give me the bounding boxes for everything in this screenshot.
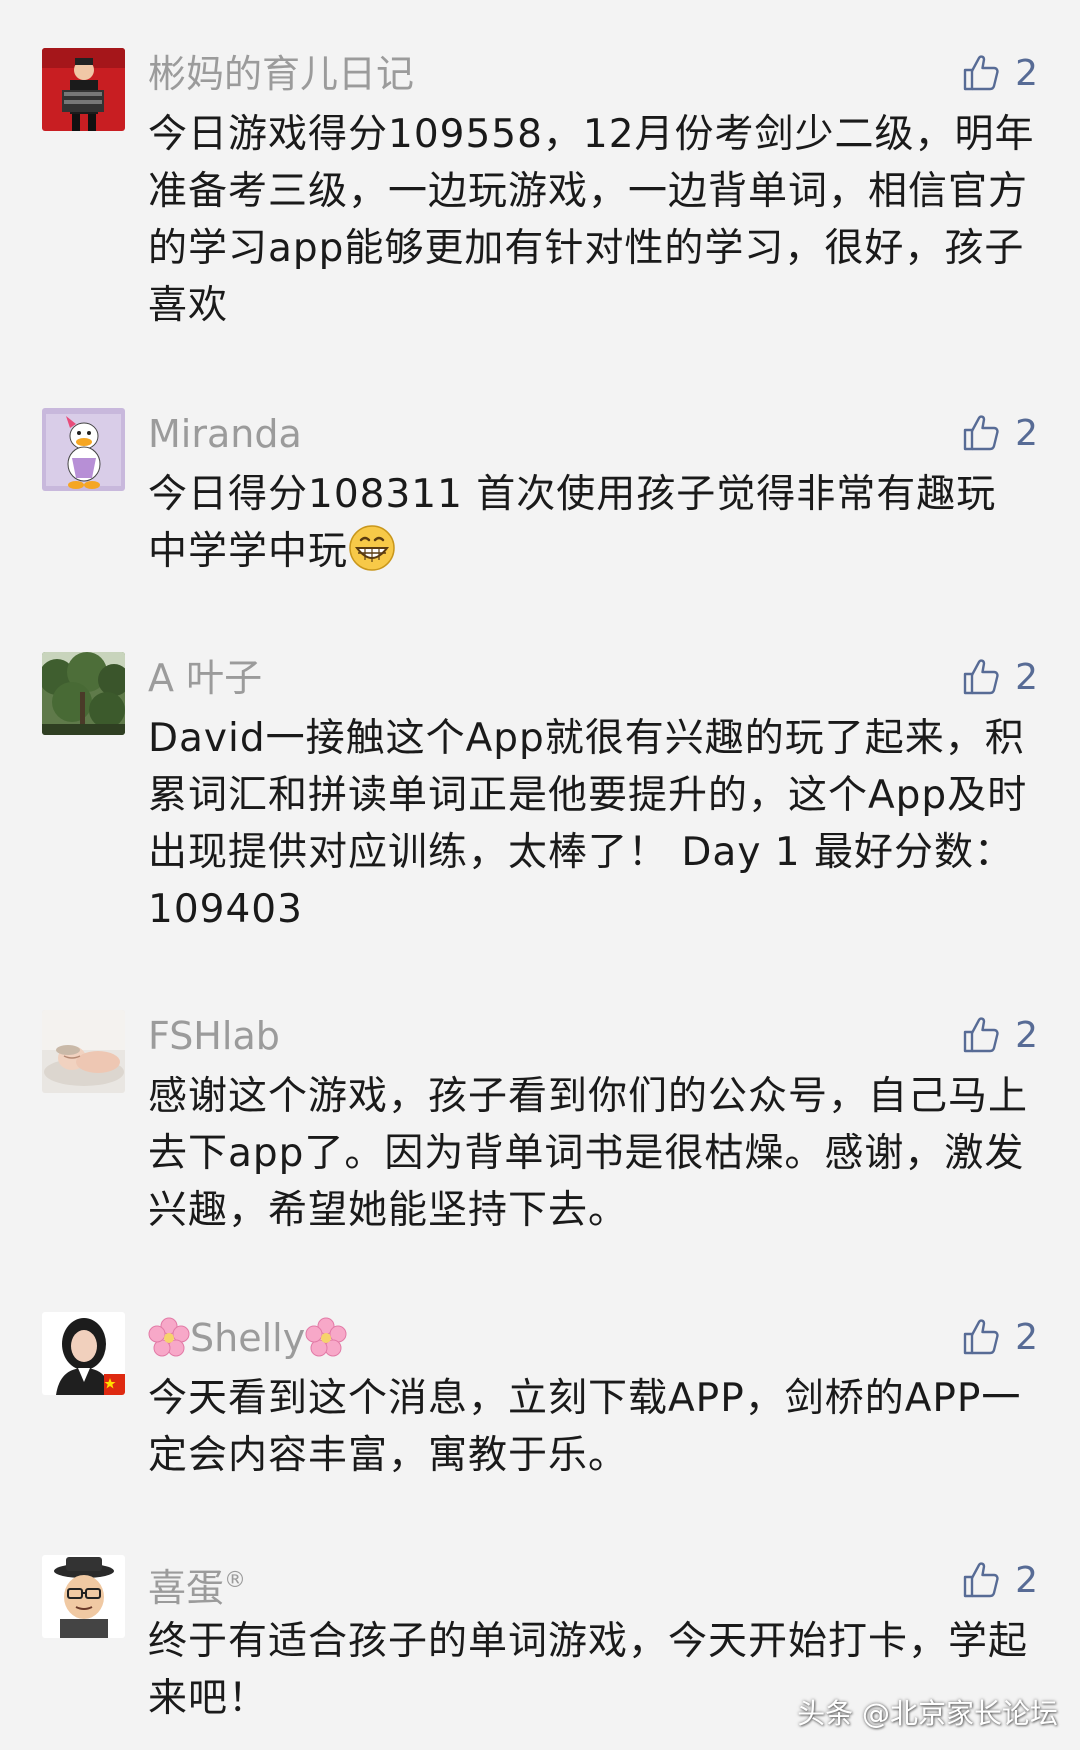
like-count: 2 xyxy=(1015,1014,1038,1056)
user-avatar-boy-accordion xyxy=(42,48,125,131)
cherry-blossom-icon xyxy=(305,1317,347,1357)
like-count: 2 xyxy=(1015,1316,1038,1358)
user-avatar-3d-man-hat xyxy=(42,1555,125,1638)
thumbs-up-icon xyxy=(963,659,999,695)
thumbs-up-icon xyxy=(963,1319,999,1355)
commenter-name-text: 喜蛋 xyxy=(148,1566,225,1610)
comment-text: 今天看到这个消息，立刻下载APP，剑桥的APP一定会内容丰富，寓教于乐。 xyxy=(148,1376,1022,1478)
commenter-name[interactable]: 彬妈的育儿日记 xyxy=(148,52,414,96)
commenter-name-text: Shelly xyxy=(190,1316,306,1360)
like-count: 2 xyxy=(1015,52,1038,94)
commenter-name[interactable]: Shelly xyxy=(148,1316,347,1360)
commenter-name[interactable]: 喜蛋® xyxy=(148,1559,246,1610)
user-avatar-cartoon-duck xyxy=(42,408,125,491)
comment-text-content: 今日得分108311 首次使用孩子觉得非常有趣玩中学学中玩 xyxy=(148,472,997,574)
avatar[interactable] xyxy=(42,48,125,131)
comment-text: 今日得分108311 首次使用孩子觉得非常有趣玩中学学中玩 xyxy=(148,466,1036,580)
like-count: 2 xyxy=(1015,656,1038,698)
comment-text: 感谢这个游戏，孩子看到你们的公众号，自己马上去下app了。因为背单词书是很枯燥。… xyxy=(148,1074,1029,1233)
like-button[interactable]: 2 xyxy=(961,652,1038,702)
comment-text: 今日游戏得分109558，12月份考剑少二级，明年准备考三级，一边玩游戏，一边背… xyxy=(148,112,1035,328)
thumbs-up-icon xyxy=(963,1017,999,1053)
like-button[interactable]: 2 xyxy=(961,48,1038,98)
thumbs-up-icon xyxy=(963,1562,999,1598)
avatar[interactable] xyxy=(42,1010,125,1093)
like-button[interactable]: 2 xyxy=(961,408,1038,458)
thumbs-up-icon xyxy=(963,415,999,451)
user-avatar-woman xyxy=(42,1312,125,1395)
cherry-blossom-icon xyxy=(148,1317,190,1357)
user-avatar-trees xyxy=(42,652,125,735)
comment-text: David一接触这个App就很有兴趣的玩了起来，积累词汇和拼读单词正是他要提升的… xyxy=(148,716,1028,932)
like-count: 2 xyxy=(1015,1559,1038,1601)
avatar[interactable] xyxy=(42,652,125,735)
commenter-name[interactable]: Miranda xyxy=(148,412,302,456)
like-button[interactable]: 2 xyxy=(961,1555,1038,1605)
commenter-name[interactable]: A 叶子 xyxy=(148,656,262,700)
avatar[interactable] xyxy=(42,1555,125,1638)
thumbs-up-icon xyxy=(963,55,999,91)
registered-mark: ® xyxy=(224,1568,247,1593)
watermark: 头条 @北京家长论坛 xyxy=(797,1697,1058,1730)
like-button[interactable]: 2 xyxy=(961,1312,1038,1362)
like-button[interactable]: 2 xyxy=(961,1010,1038,1060)
like-count: 2 xyxy=(1015,412,1038,454)
avatar[interactable] xyxy=(42,1312,125,1395)
commenter-name[interactable]: FSHlab xyxy=(148,1014,280,1058)
user-avatar-baby xyxy=(42,1010,125,1093)
avatar[interactable] xyxy=(42,408,125,491)
grinning-face-icon xyxy=(349,525,395,571)
